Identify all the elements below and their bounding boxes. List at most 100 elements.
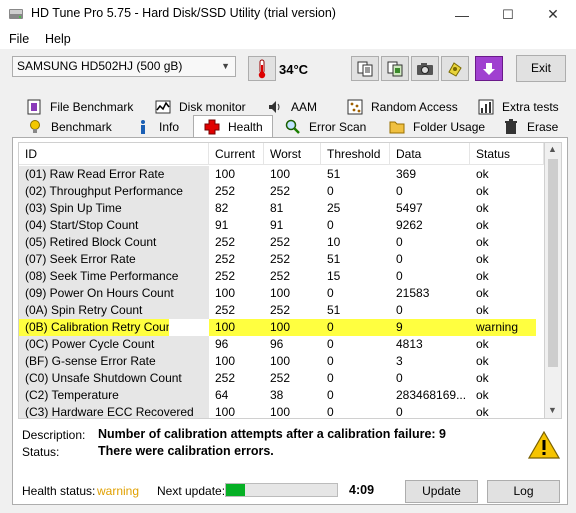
table-row[interactable]: (C3) Hardware ECC Recovered 100 100 0 0 ok [19, 404, 544, 419]
cell-worst: 252 [270, 184, 291, 198]
close-button[interactable]: ✕ [530, 0, 576, 29]
description-label: Description: [22, 428, 86, 442]
temperature-unit-button[interactable] [248, 56, 276, 81]
cell-threshold: 0 [327, 286, 334, 300]
cell-data: 0 [396, 405, 403, 419]
table-row[interactable]: (0B) Calibration Retry Count 100 100 0 9 warn… [19, 319, 544, 336]
log-button[interactable]: Log [487, 480, 560, 503]
column-header-threshold[interactable]: Threshold [321, 143, 390, 165]
tab-label: Erase [527, 119, 559, 134]
cell-worst: 252 [270, 269, 291, 283]
table-row[interactable]: (01) Raw Read Error Rate 100 100 51 369 ok [19, 166, 544, 183]
table-row[interactable]: (BF) G-sense Error Rate 100 100 0 3 ok [19, 353, 544, 370]
cell-id: (02) Throughput Performance [19, 183, 209, 200]
table-body: (01) Raw Read Error Rate 100 100 51 369 ok (02… [19, 166, 544, 419]
cell-threshold: 0 [321, 319, 390, 336]
cell-status: ok [476, 286, 489, 300]
tab-disk-monitor[interactable]: Disk monitor [155, 97, 246, 116]
column-header-data[interactable]: Data [390, 143, 470, 165]
download-button[interactable] [475, 56, 503, 81]
exit-button[interactable]: Exit [516, 55, 566, 82]
cell-current: 100 [215, 167, 236, 181]
cell-threshold: 0 [327, 371, 334, 385]
table-row[interactable]: (03) Spin Up Time 82 81 25 5497 ok [19, 200, 544, 217]
tab-error-scan[interactable]: Error Scan [285, 117, 366, 136]
tab-label: Extra tests [502, 99, 559, 114]
drive-select[interactable]: SAMSUNG HD502HJ (500 gB) ▼ [12, 56, 236, 77]
cell-status: ok [476, 405, 489, 419]
copy-text-button[interactable] [351, 56, 379, 81]
tab-health[interactable]: Health [193, 115, 273, 137]
tab-info[interactable]: Info [135, 117, 179, 136]
cell-worst: 252 [270, 252, 291, 266]
file-benchmark-icon [26, 99, 42, 115]
cell-threshold: 0 [327, 218, 334, 232]
scroll-up-icon[interactable]: ▲ [548, 144, 557, 154]
cell-threshold: 0 [327, 388, 334, 402]
scroll-down-icon[interactable]: ▼ [548, 405, 557, 415]
menu-file[interactable]: File [9, 32, 29, 46]
cell-id: (04) Start/Stop Count [19, 217, 209, 234]
minimize-button[interactable]: — [439, 0, 485, 29]
column-header-status[interactable]: Status [470, 143, 544, 165]
speaker-icon [267, 99, 283, 115]
cell-data: 5497 [396, 201, 423, 215]
copy-screen-button[interactable] [381, 56, 409, 81]
tab-erase[interactable]: Erase [503, 117, 558, 136]
cell-worst: 252 [270, 303, 291, 317]
cell-data: 0 [396, 235, 403, 249]
cell-current: 100 [215, 354, 236, 368]
cell-id: (08) Seek Time Performance [19, 268, 209, 285]
table-row[interactable]: (04) Start/Stop Count 91 91 0 9262 ok [19, 217, 544, 234]
table-row[interactable]: (08) Seek Time Performance 252 252 15 0 ok [19, 268, 544, 285]
maximize-button[interactable]: ☐ [485, 0, 531, 29]
cell-worst: 91 [270, 218, 284, 232]
table-scrollbar[interactable]: ▲ ▼ [545, 142, 562, 419]
extra-tests-icon [478, 99, 494, 115]
copy-screen-icon [387, 61, 403, 76]
table-row[interactable]: (0C) Power Cycle Count 96 96 0 4813 ok [19, 336, 544, 353]
cell-current: 91 [215, 218, 229, 232]
table-row[interactable]: (0A) Spin Retry Count 252 252 51 0 ok [19, 302, 544, 319]
cell-threshold: 0 [327, 337, 334, 351]
cell-current: 100 [215, 405, 236, 419]
cell-current: 96 [215, 337, 229, 351]
column-header-worst[interactable]: Worst [264, 143, 321, 165]
table-row[interactable]: (C0) Unsafe Shutdown Count 252 252 0 0 ok [19, 370, 544, 387]
status-value: There were calibration errors. [98, 444, 274, 458]
cell-data: 0 [396, 303, 403, 317]
cell-status: ok [476, 184, 489, 198]
tab-file-benchmark[interactable]: File Benchmark [26, 97, 133, 116]
disk-tool-button[interactable] [441, 56, 469, 81]
tab-random-access[interactable]: Random Access [347, 97, 458, 116]
cell-current: 100 [215, 286, 236, 300]
tab-label: Folder Usage [413, 119, 486, 134]
tab-extra-tests[interactable]: Extra tests [478, 97, 559, 116]
screenshot-button[interactable] [411, 56, 439, 81]
title-bar[interactable]: HD Tune Pro 5.75 - Hard Disk/SSD Utility… [0, 0, 576, 29]
smart-table[interactable]: ID Current Worst Threshold Data Status (… [18, 142, 545, 419]
column-header-id[interactable]: ID [19, 143, 209, 165]
magnifier-icon [285, 119, 301, 135]
tab-folder-usage[interactable]: Folder Usage [389, 117, 485, 136]
cell-id: (BF) G-sense Error Rate [19, 353, 209, 370]
menu-help[interactable]: Help [45, 32, 71, 46]
update-countdown: 4:09 [349, 483, 375, 497]
table-row[interactable]: (07) Seek Error Rate 252 252 51 0 ok [19, 251, 544, 268]
tab-label: AAM [291, 99, 318, 114]
table-row[interactable]: (C2) Temperature 64 38 0 283468169... ok [19, 387, 544, 404]
cell-threshold: 0 [327, 184, 334, 198]
table-row[interactable]: (09) Power On Hours Count 100 100 0 21583 ok [19, 285, 544, 302]
cell-data: 9 [390, 319, 470, 336]
cell-id: (01) Raw Read Error Rate [19, 166, 209, 183]
cell-status: ok [476, 354, 489, 368]
update-button[interactable]: Update [405, 480, 478, 503]
column-header-current[interactable]: Current [209, 143, 264, 165]
tab-benchmark[interactable]: Benchmark [27, 117, 112, 136]
status-label: Status: [22, 445, 60, 459]
table-row[interactable]: (05) Retired Block Count 252 252 10 0 ok [19, 234, 544, 251]
cell-status: ok [476, 167, 489, 181]
tab-aam[interactable]: AAM [267, 97, 317, 116]
scrollbar-thumb[interactable] [548, 159, 558, 367]
table-row[interactable]: (02) Throughput Performance 252 252 0 0 ok [19, 183, 544, 200]
